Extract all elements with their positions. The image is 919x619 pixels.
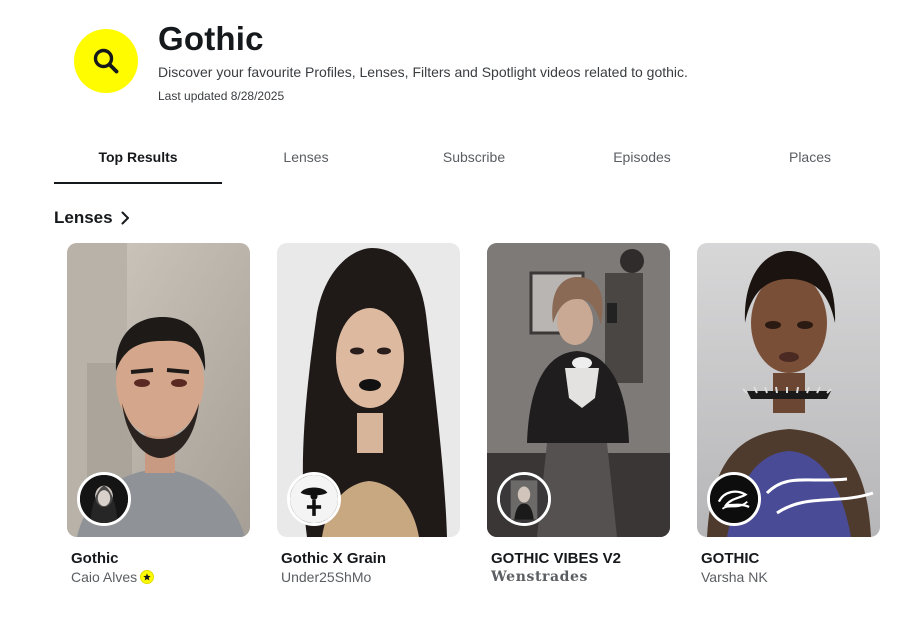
search-icon (93, 48, 119, 74)
creator-avatar[interactable] (287, 472, 341, 526)
creator-name: Caio Alves (71, 569, 138, 585)
chevron-right-icon (121, 211, 129, 225)
lens-creator[interactable]: Under25ShMo (281, 569, 460, 585)
lens-card-list: Gothic Caio Alves Gothic X Grain Under25… (67, 243, 887, 603)
avatar-image (710, 475, 758, 523)
lens-creator[interactable]: Wenstrades (491, 569, 670, 585)
tab-lenses[interactable]: Lenses (222, 140, 390, 184)
creator-name: Under25ShMo (281, 569, 372, 585)
page-subtitle: Discover your favourite Profiles, Lenses… (158, 64, 688, 80)
lens-title: GOTHIC VIBES V2 (491, 550, 622, 567)
lens-card[interactable]: GOTHIC VIBES V2 Wenstrades (487, 243, 670, 585)
tab-places[interactable]: Places (726, 140, 894, 184)
section-title: Lenses (54, 208, 113, 227)
avatar-image (290, 475, 338, 523)
avatar-image (80, 475, 128, 523)
results-tabs: Top Results Lenses Subscribe Episodes Pl… (54, 140, 894, 184)
lens-title: GOTHIC (701, 550, 760, 567)
lens-thumbnail[interactable] (487, 243, 670, 537)
lens-creator[interactable]: Varsha NK (701, 569, 880, 585)
lens-card[interactable]: Gothic Caio Alves (67, 243, 250, 585)
verified-star-icon (140, 570, 155, 584)
creator-name: Varsha NK (701, 569, 768, 585)
lens-title: Gothic X Grain (281, 550, 387, 567)
lens-creator[interactable]: Caio Alves (71, 569, 250, 585)
avatar-image (500, 475, 548, 523)
search-badge (74, 29, 138, 93)
page-title: Gothic (158, 20, 264, 57)
last-updated: Last updated 8/28/2025 (158, 89, 285, 103)
creator-name: Wenstrades (491, 569, 589, 585)
lenses-section-link[interactable]: Lenses (54, 208, 130, 228)
lens-card[interactable]: Gothic X Grain Under25ShMo (277, 243, 460, 585)
lens-title: Gothic (71, 550, 119, 567)
lens-card[interactable]: GOTHIC Varsha NK (697, 243, 880, 585)
tab-episodes[interactable]: Episodes (558, 140, 726, 184)
page-header: Gothic Discover your favourite Profiles,… (74, 20, 874, 112)
lens-thumbnail[interactable] (67, 243, 250, 537)
tab-subscribe[interactable]: Subscribe (390, 140, 558, 184)
lens-thumbnail[interactable] (697, 243, 880, 537)
lens-thumbnail[interactable] (277, 243, 460, 537)
creator-avatar[interactable] (707, 472, 761, 526)
tab-top-results[interactable]: Top Results (54, 140, 222, 184)
creator-avatar[interactable] (77, 472, 131, 526)
creator-avatar[interactable] (497, 472, 551, 526)
